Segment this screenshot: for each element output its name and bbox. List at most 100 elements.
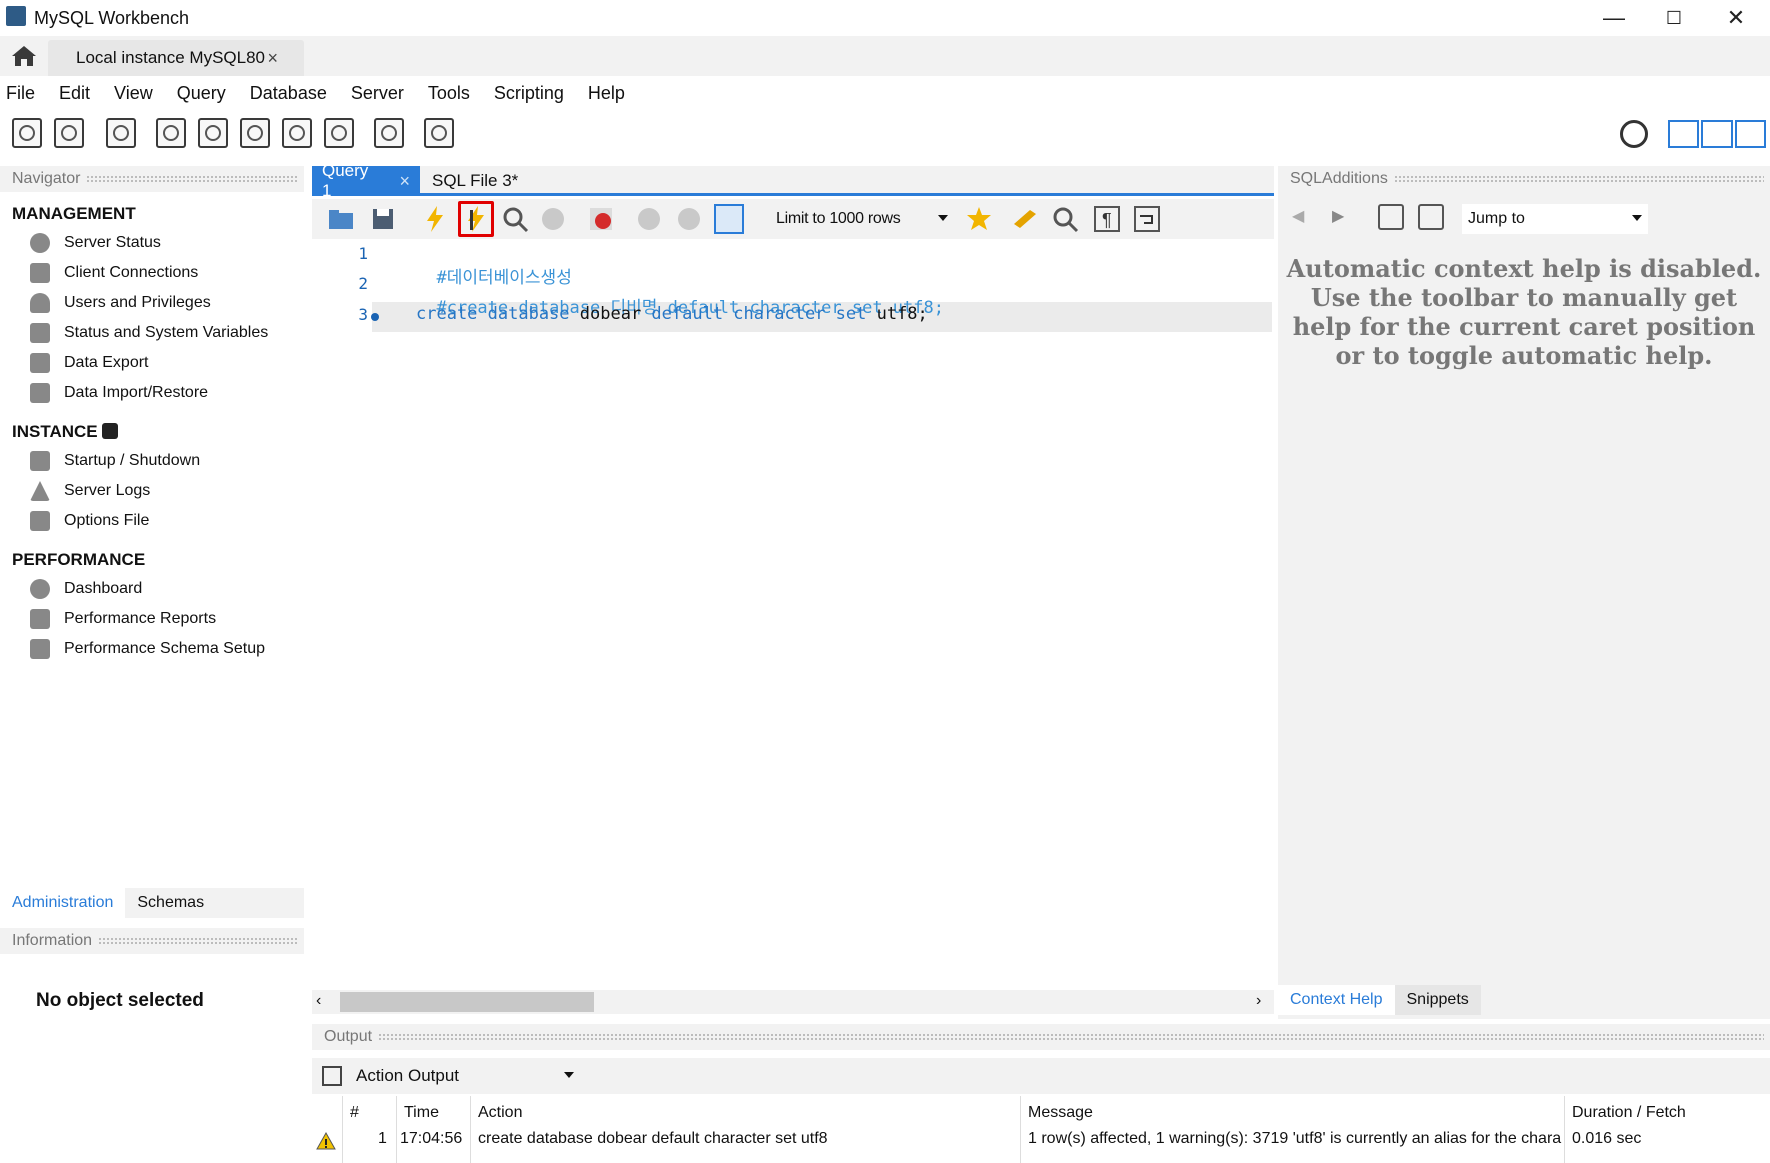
save-icon[interactable] (368, 204, 398, 234)
row-number: 1 (378, 1130, 387, 1147)
tab-sql-file-3[interactable]: SQL File 3* (422, 166, 532, 196)
nav-data-export[interactable]: Data Export (0, 348, 304, 378)
tab-snippets[interactable]: Snippets (1394, 985, 1481, 1015)
home-icon (12, 46, 36, 66)
nav-client-connections[interactable]: Client Connections (0, 258, 304, 288)
word-wrap-icon[interactable] (1132, 204, 1162, 234)
inspector-icon[interactable] (106, 118, 136, 148)
nav-performance-reports[interactable]: Performance Reports (0, 604, 304, 634)
menu-scripting[interactable]: Scripting (494, 83, 564, 104)
nav-server-status[interactable]: Server Status (0, 228, 304, 258)
create-procedure-icon[interactable] (282, 118, 312, 148)
menu-database[interactable]: Database (250, 83, 327, 104)
close-button[interactable]: ✕ (1706, 0, 1766, 36)
column-header-action[interactable]: Action (478, 1104, 522, 1122)
scroll-left-icon[interactable]: ‹ (316, 992, 321, 1010)
stop-icon[interactable] (538, 204, 568, 234)
execute-selection-icon[interactable] (458, 201, 494, 237)
sql-additions-header: SQLAdditions (1278, 166, 1770, 192)
menu-edit[interactable]: Edit (59, 83, 90, 104)
scrollbar-thumb[interactable] (340, 992, 594, 1012)
menu-server[interactable]: Server (351, 83, 404, 104)
menu-file[interactable]: File (6, 83, 35, 104)
nav-users-privileges[interactable]: Users and Privileges (0, 288, 304, 318)
toggle-output-icon[interactable] (1701, 120, 1733, 148)
nav-options-file[interactable]: Options File (0, 506, 304, 536)
layout-toggle-group (1668, 120, 1766, 148)
limit-rows-select[interactable]: Limit to 1000 rows (772, 206, 952, 232)
line-number: 2 (358, 274, 368, 293)
find-icon[interactable] (1050, 204, 1080, 234)
column-header-duration[interactable]: Duration / Fetch (1572, 1104, 1686, 1122)
stop-on-error-icon[interactable] (586, 204, 616, 234)
query-tab-label: Query 1 (322, 161, 369, 200)
monitor-icon (30, 323, 50, 343)
instance-link-icon[interactable] (102, 423, 119, 439)
code-line-3[interactable]: create database dobear default character… (416, 304, 928, 324)
nav-label: Server Logs (64, 482, 151, 499)
menu-view[interactable]: View (114, 83, 153, 104)
tab-administration[interactable]: Administration (0, 888, 126, 918)
output-type-value: Action Output (356, 1066, 460, 1085)
nav-startup-shutdown[interactable]: Startup / Shutdown (0, 446, 304, 476)
warning-icon (316, 1131, 336, 1155)
execute-icon[interactable] (420, 204, 450, 234)
maximize-button[interactable]: ☐ (1644, 0, 1704, 36)
tab-schemas[interactable]: Schemas (125, 888, 216, 918)
export-icon (30, 353, 50, 373)
copy-icon[interactable] (322, 1066, 342, 1086)
search-table-data-icon[interactable] (374, 118, 404, 148)
scroll-right-icon[interactable]: › (1256, 992, 1261, 1010)
commit-icon[interactable] (634, 204, 664, 234)
nav-label: Status and System Variables (64, 324, 269, 341)
forward-arrow-icon[interactable]: ▶ (1332, 206, 1344, 226)
back-arrow-icon[interactable]: ◀ (1292, 206, 1304, 226)
toggle-secondary-sidebar-icon[interactable] (1734, 120, 1766, 148)
beautify-icon[interactable] (1010, 204, 1040, 234)
menu-query[interactable]: Query (177, 83, 226, 104)
rollback-icon[interactable] (674, 204, 704, 234)
invisible-chars-icon[interactable]: ¶ (1092, 204, 1122, 234)
no-object-selected: No object selected (36, 990, 204, 1011)
minimize-button[interactable]: — (1584, 0, 1644, 36)
autocommit-toggle-icon[interactable] (714, 204, 744, 234)
tab-context-help[interactable]: Context Help (1278, 985, 1395, 1015)
preferences-gear-icon[interactable] (1620, 120, 1648, 148)
limit-rows-value: Limit to 1000 rows (776, 210, 901, 227)
nav-performance-schema[interactable]: Performance Schema Setup (0, 634, 304, 664)
nav-data-import[interactable]: Data Import/Restore (0, 378, 304, 408)
close-tab-icon[interactable]: × (267, 48, 278, 69)
column-header-time[interactable]: Time (404, 1104, 439, 1122)
nav-dashboard[interactable]: Dashboard (0, 574, 304, 604)
auto-help-toggle-icon[interactable] (1418, 204, 1444, 230)
column-header-message[interactable]: Message (1028, 1104, 1093, 1122)
mysql-workbench-icon (6, 6, 26, 26)
toggle-sidebar-icon[interactable] (1668, 120, 1700, 148)
new-sql-tab-icon[interactable] (12, 118, 42, 148)
create-view-icon[interactable] (240, 118, 270, 148)
navigator-tabs: Administration Schemas (0, 888, 304, 918)
explain-icon[interactable] (500, 204, 530, 234)
reconnect-icon[interactable] (424, 118, 454, 148)
menu-tools[interactable]: Tools (428, 83, 470, 104)
column-header-number[interactable]: # (350, 1104, 359, 1122)
home-button[interactable] (6, 38, 42, 74)
close-tab-icon[interactable]: × (399, 171, 410, 192)
create-schema-icon[interactable] (156, 118, 186, 148)
menu-help[interactable]: Help (588, 83, 625, 104)
jump-to-select[interactable]: Jump to (1462, 204, 1648, 234)
query-tab-label: SQL File 3* (432, 171, 519, 190)
nav-status-variables[interactable]: Status and System Variables (0, 318, 304, 348)
connection-tab[interactable]: Local instance MySQL80 × (48, 40, 304, 76)
open-file-icon[interactable] (326, 204, 356, 234)
open-sql-script-icon[interactable] (54, 118, 84, 148)
create-table-icon[interactable] (198, 118, 228, 148)
nav-server-logs[interactable]: Server Logs (0, 476, 304, 506)
create-function-icon[interactable] (324, 118, 354, 148)
output-type-select[interactable]: Action Output (352, 1062, 578, 1090)
tab-query-1[interactable]: Query 1 × (312, 161, 420, 200)
line-number: 1 (358, 244, 368, 263)
reports-icon (30, 609, 50, 629)
add-snippet-star-icon[interactable] (964, 204, 994, 234)
manual-help-icon[interactable] (1378, 204, 1404, 230)
